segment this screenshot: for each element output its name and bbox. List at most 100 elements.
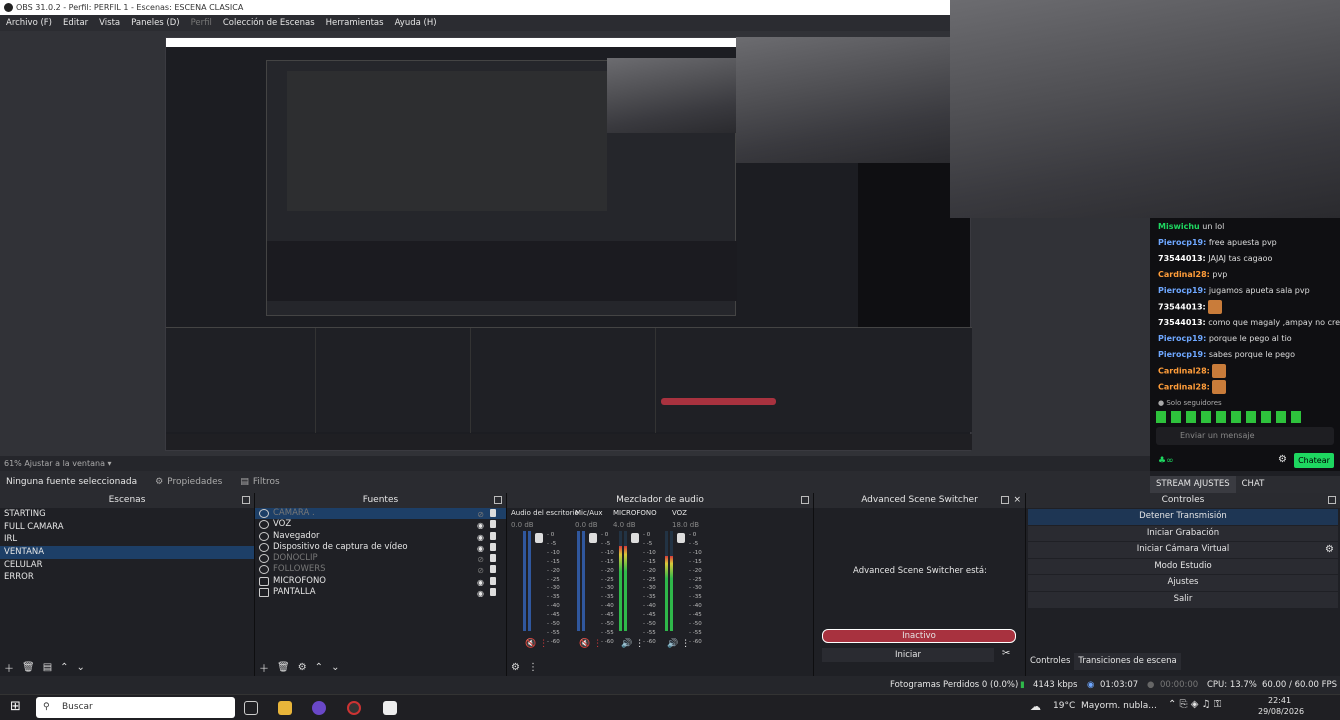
chevron-up-icon[interactable]: ⌃ <box>315 662 323 673</box>
volume-fader[interactable] <box>589 533 597 543</box>
bits-icon[interactable]: ♣∞ <box>1158 456 1174 466</box>
undock-icon[interactable] <box>1328 496 1336 504</box>
controls-dock-header: Controles <box>1026 493 1340 508</box>
weather-desc: Mayorm. nubla... <box>1081 701 1157 711</box>
settings-gear-icon[interactable]: ⚙ <box>1278 454 1287 465</box>
scene-item[interactable]: CELULAR <box>0 559 254 572</box>
switcher-start-button[interactable]: Iniciar <box>822 648 994 662</box>
menu-coleccion-escenas[interactable]: Colección de Escenas <box>223 15 315 31</box>
menu-herramientas[interactable]: Herramientas <box>326 15 384 31</box>
audio-meter <box>528 531 531 631</box>
tab-stream-ajustes[interactable]: STREAM AJUSTES <box>1150 476 1236 493</box>
menu-paneles[interactable]: Paneles (D) <box>131 15 179 31</box>
chat-send-button[interactable]: Chatear <box>1294 453 1334 468</box>
eye-icon[interactable]: ◉ <box>477 588 484 599</box>
source-item[interactable]: FOLLOWERS ⊘ <box>255 564 506 575</box>
chat-line: Pierocp19: jugamos apueta sala pvp <box>1158 286 1310 295</box>
add-icon[interactable]: ＋ <box>4 660 14 675</box>
lock-icon[interactable] <box>490 531 496 540</box>
filter-icon[interactable]: ▤ <box>43 662 52 673</box>
windows-taskbar: ⊞ ⚲ Buscar ☁ 19°C Mayorm. nubla... ⌃ ⎘ ◈… <box>0 694 1340 720</box>
windows-start-icon[interactable]: ⊞ <box>10 699 21 714</box>
gear-icon[interactable]: ⚙ <box>1325 542 1334 558</box>
weather-temp: 19°C <box>1053 701 1076 711</box>
lock-icon[interactable] <box>490 565 496 574</box>
lock-icon[interactable] <box>490 542 496 551</box>
undock-icon[interactable] <box>801 496 809 504</box>
notepad-icon[interactable] <box>383 701 397 715</box>
exit-button[interactable]: Salir <box>1028 591 1338 608</box>
browser-icon <box>259 554 269 564</box>
menu-vista[interactable]: Vista <box>99 15 120 31</box>
muted-speaker-icon[interactable]: 🔇 ⋮ <box>525 639 548 649</box>
fps-readout: 60.00 / 60.00 FPS <box>1262 680 1338 690</box>
switcher-dock-header: Advanced Scene Switcher × <box>814 493 1025 508</box>
file-explorer-icon[interactable] <box>278 701 292 715</box>
tab-chat[interactable]: CHAT <box>1236 476 1271 493</box>
trash-icon[interactable]: 🗑 <box>22 662 35 673</box>
gear-icon[interactable]: ⚙ <box>511 662 520 673</box>
taskbar-search[interactable]: ⚲ Buscar <box>36 697 235 718</box>
tab-transiciones[interactable]: Transiciones de escena <box>1074 653 1181 670</box>
undock-icon[interactable] <box>242 496 250 504</box>
add-icon[interactable]: ＋ <box>259 660 269 675</box>
menu-perfil[interactable]: Perfil <box>191 15 212 31</box>
source-item[interactable]: DONOCLIP ⊘ <box>255 553 506 564</box>
gear-icon[interactable]: ⚙ <box>298 662 307 673</box>
undock-icon[interactable] <box>494 496 502 504</box>
scene-item[interactable]: ERROR <box>0 571 254 584</box>
scene-switcher-dock: Advanced Scene Switcher × Advanced Scene … <box>814 493 1026 676</box>
settings-button[interactable]: Ajustes <box>1028 575 1338 591</box>
virtual-camera-button[interactable]: Iniciar Cámara Virtual ⚙ <box>1028 542 1338 558</box>
start-recording-button[interactable]: Iniciar Grabación <box>1028 525 1338 542</box>
lock-icon[interactable] <box>490 588 496 597</box>
close-icon[interactable]: × <box>1013 493 1021 508</box>
dropped-frames: Fotogramas Perdidos 0 (0.0%) <box>890 680 1019 690</box>
tab-controles[interactable]: Controles <box>1026 653 1074 670</box>
scene-item[interactable]: STARTING <box>0 508 254 521</box>
menu-ayuda[interactable]: Ayuda (H) <box>395 15 437 31</box>
source-item[interactable]: Navegador ◉ <box>255 531 506 542</box>
speaker-icon[interactable]: 🔊 ⋮ <box>621 639 644 649</box>
obs-taskbar-icon[interactable] <box>347 701 361 715</box>
chevron-up-icon[interactable]: ⌃ <box>60 662 68 673</box>
lock-icon[interactable] <box>490 509 496 517</box>
muted-speaker-icon[interactable]: 🔇 ⋮ <box>579 639 602 649</box>
tools-icon[interactable]: ✂ <box>1002 648 1010 659</box>
source-item[interactable]: Dispositivo de captura de vídeo ◉ <box>255 542 506 553</box>
scene-item[interactable]: FULL CAMARA <box>0 521 254 534</box>
lock-icon[interactable] <box>490 520 496 529</box>
task-view-icon[interactable] <box>244 701 258 715</box>
volume-fader[interactable] <box>535 533 543 543</box>
source-item[interactable]: CAMARA . ⊘ <box>255 508 506 520</box>
chat-input[interactable]: Enviar un mensaje <box>1156 427 1334 445</box>
scene-item-selected[interactable]: VENTANA <box>0 546 254 559</box>
camera-feed-mid <box>736 37 950 163</box>
undock-icon[interactable] <box>1001 496 1009 504</box>
speaker-icon[interactable]: 🔊 ⋮ <box>667 639 690 649</box>
menu-editar[interactable]: Editar <box>63 15 88 31</box>
source-item[interactable]: PANTALLA ◉ <box>255 587 506 598</box>
nested-controls-dock <box>783 328 972 433</box>
kebab-menu-icon[interactable]: ⋮ <box>528 662 538 673</box>
chevron-down-icon[interactable]: ⌄ <box>77 662 85 673</box>
clock-date: 29/08/2026 <box>1258 707 1305 716</box>
trash-icon[interactable]: 🗑 <box>277 662 290 673</box>
menu-archivo[interactable]: Archivo (F) <box>6 15 52 31</box>
source-item[interactable]: MICROFONO ◉ <box>255 576 506 587</box>
chevron-down-icon[interactable]: ⌄ <box>331 662 339 673</box>
volume-fader[interactable] <box>677 533 685 543</box>
scene-item[interactable]: IRL <box>0 533 254 546</box>
switcher-inactive-button[interactable]: Inactivo <box>822 629 1016 643</box>
volume-fader[interactable] <box>631 533 639 543</box>
studio-mode-button[interactable]: Modo Estudio <box>1028 558 1338 575</box>
app-icon[interactable] <box>312 701 326 715</box>
lock-icon[interactable] <box>490 576 496 585</box>
properties-button[interactable]: ⚙ Propiedades <box>155 477 222 487</box>
preview-zoom-status[interactable]: 61% Ajustar a la ventana ▾ <box>0 456 1150 471</box>
tray-icons[interactable]: ⌃ ⎘ ◈ ♫ ⚿ <box>1168 699 1221 710</box>
source-item[interactable]: VOZ ◉ <box>255 519 506 530</box>
lock-icon[interactable] <box>490 554 496 563</box>
filters-button[interactable]: ▤ Filtros <box>240 477 279 487</box>
stop-stream-button[interactable]: Detener Transmisión <box>1028 509 1338 525</box>
